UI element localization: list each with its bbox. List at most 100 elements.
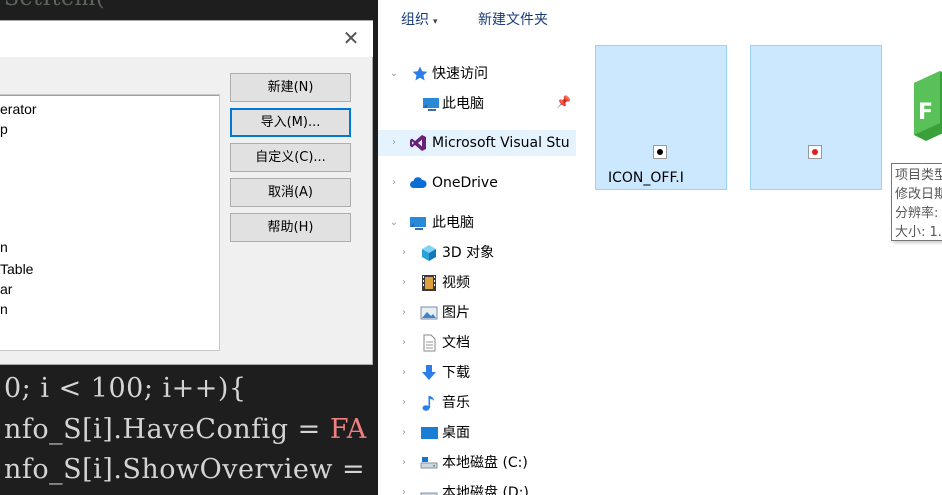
list-item[interactable]: erator [0,100,37,118]
toolbar-settings-dialog: ✕ erator p n Table ar n 新建(N) 导入(M)... 自… [0,20,373,365]
hard-drive-icon [420,492,438,495]
nav-label: 视频 [442,275,470,291]
nav-label: Microsoft Visual Stu [432,135,570,151]
organize-button[interactable]: 组织 ▾ [401,9,438,29]
file-content-pane: ICON_OFF.I F 项目类型: 看图王 ICO 图片文件 修改日期: 20… [576,37,942,495]
nav-label: 本地磁盘 (C:) [442,455,528,471]
nav-label: OneDrive [432,175,498,191]
nav-3d-objects[interactable]: › 3D 对象 [378,240,576,266]
code-keyword: FA [329,414,367,445]
nav-label: 本地磁盘 (D:) [442,485,529,495]
list-item[interactable]: n [0,300,8,318]
code-line-haveconfig: nfo_S[i].HaveConfig = FA [4,414,367,445]
list-item[interactable]: p [0,120,8,138]
visual-studio-icon [410,135,426,151]
black-dot-icon [657,149,663,155]
nav-documents[interactable]: › 文档 [378,330,576,356]
pin-icon[interactable]: 📌 [556,95,571,109]
toolbar-list[interactable]: erator p n Table ar n [0,94,220,351]
caret-down-icon: ▾ [433,17,438,27]
chevron-down-icon: ⌄ [389,217,399,228]
nav-label: 此电脑 [442,96,484,112]
list-item[interactable]: n [0,238,8,256]
nav-music[interactable]: › 音乐 [378,390,576,416]
nav-this-pc-pinned[interactable]: 此电脑 [378,91,576,117]
file-explorer: 组织 ▾ 新建文件夹 ⌄ 快速访问 此电脑 📌 › Microsoft Visua… [378,0,942,495]
code-line-showoverview: nfo_S[i].ShowOverview = [4,454,366,485]
navigation-pane: ⌄ 快速访问 此电脑 📌 › Microsoft Visual Stu › On… [378,37,576,495]
hard-drive-icon [420,457,438,469]
red-dot-icon [812,149,818,155]
chevron-right-icon: › [402,307,406,318]
ico-file-icon [808,145,822,159]
nav-videos[interactable]: › 视频 [378,270,576,296]
chevron-right-icon: › [402,457,406,468]
close-icon[interactable]: ✕ [342,28,360,48]
new-button[interactable]: 新建(N) [230,73,351,102]
file-tile-icon-off[interactable]: ICON_OFF.I [595,45,727,190]
application-icon[interactable]: F [912,49,942,159]
nav-onedrive[interactable]: › OneDrive [378,170,576,196]
nav-label: 图片 [442,305,470,321]
nav-this-pc[interactable]: ⌄ 此电脑 [378,210,576,236]
nav-label: 快速访问 [432,66,488,82]
monitor-icon [423,98,439,111]
cube-icon [422,245,436,261]
chevron-right-icon: › [402,367,406,378]
code-line-for: 0; i < 100; i++){ [4,373,247,404]
file-info-tooltip: 项目类型: 看图王 ICO 图片文件 修改日期: 2020/12/25,星期五 … [891,163,942,241]
nav-label: 此电脑 [432,215,474,231]
nav-label: 文档 [442,335,470,351]
chevron-right-icon: › [402,397,406,408]
list-item[interactable]: Table [0,260,33,278]
nav-label: 音乐 [442,395,470,411]
nav-desktop[interactable]: › 桌面 [378,420,576,446]
cloud-icon [410,177,427,188]
tooltip-resolution: 分辨率: 16 x 16 [895,206,942,221]
file-tile-icon-on[interactable] [750,45,882,190]
tooltip-size: 大小: 1.05 KB [895,225,942,240]
code-text: nfo_S[i].HaveConfig = [4,414,330,445]
download-arrow-icon [422,365,436,380]
new-folder-button[interactable]: 新建文件夹 [478,9,548,29]
star-icon [412,66,428,81]
list-item[interactable]: ar [0,280,12,298]
customize-button[interactable]: 自定义(C)... [230,143,351,172]
chevron-right-icon: › [402,277,406,288]
chevron-right-icon: › [402,487,406,495]
nav-pictures[interactable]: › 图片 [378,300,576,326]
organize-label: 组织 [401,12,429,28]
code-fragment-top: SetItem( [4,0,105,11]
chevron-right-icon: › [402,247,406,258]
dialog-titlebar [0,21,373,57]
import-button[interactable]: 导入(M)... [230,108,351,137]
music-note-icon [422,396,434,411]
nav-visual-studio[interactable]: › Microsoft Visual Stu [378,130,576,156]
svg-text:F: F [918,100,933,125]
tooltip-modified: 修改日期: 2020/12/25,星期五 16:22 [895,187,942,202]
chevron-right-icon: › [402,337,406,348]
nav-quick-access[interactable]: ⌄ 快速访问 [378,61,576,87]
nav-drive-d[interactable]: › 本地磁盘 (D:) [378,480,576,495]
nav-label: 3D 对象 [442,245,495,261]
nav-label: 桌面 [442,425,470,441]
help-button[interactable]: 帮助(H) [230,213,351,242]
explorer-toolbar: 组织 ▾ 新建文件夹 [378,0,942,37]
document-icon [423,334,436,352]
tooltip-type: 项目类型: 看图王 ICO 图片文件 [895,168,942,183]
chevron-right-icon: › [392,137,396,148]
nav-label: 下载 [442,365,470,381]
film-icon [422,275,436,291]
nav-drive-c[interactable]: › 本地磁盘 (C:) [378,450,576,476]
file-name: ICON_OFF.I [608,170,684,186]
desktop-icon [421,427,438,439]
chevron-right-icon: › [402,427,406,438]
list-header-divider [0,95,219,96]
nav-downloads[interactable]: › 下载 [378,360,576,386]
cancel-button[interactable]: 取消(A) [230,178,351,207]
ico-file-icon [653,145,667,159]
chevron-down-icon: ⌄ [389,68,399,79]
monitor-icon [410,217,426,230]
chevron-right-icon: › [392,177,396,188]
picture-icon [420,306,438,320]
